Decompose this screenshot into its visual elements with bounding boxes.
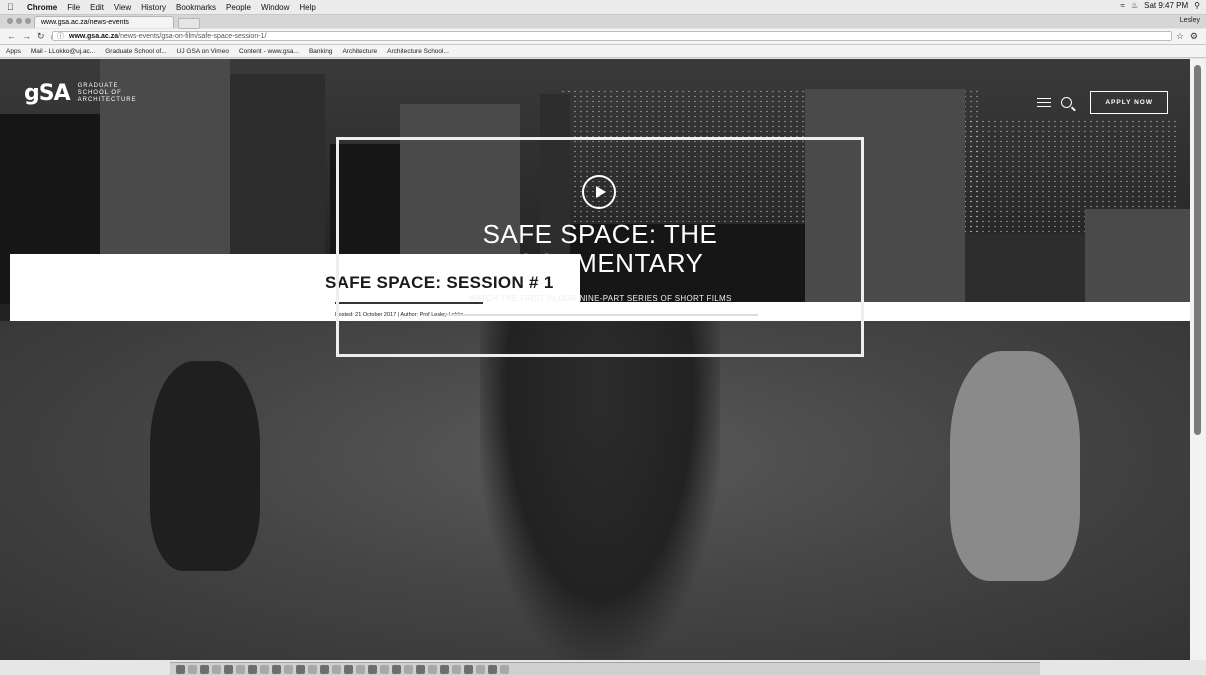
forward-icon[interactable]: → xyxy=(22,31,31,42)
web-page: gSA GRADUATE SCHOOL OF ARCHITECTURE APPL… xyxy=(0,59,1206,660)
left-hand-image xyxy=(150,361,260,571)
spotlight-icon[interactable]: ⚲ xyxy=(1194,1,1200,10)
video-title[interactable]: SAFE SPACE: THE DOCUMENTARY xyxy=(336,220,864,278)
new-tab-button[interactable] xyxy=(178,18,200,29)
video-underline xyxy=(444,314,758,316)
illustrator-icon[interactable] xyxy=(380,664,389,674)
safari-icon[interactable] xyxy=(200,664,209,674)
photos-icon[interactable] xyxy=(272,664,281,674)
menu-view[interactable]: View xyxy=(114,3,131,12)
bookmark-graduate-school[interactable]: Graduate School of... xyxy=(105,48,166,55)
window-controls xyxy=(7,18,31,24)
documents-icon[interactable] xyxy=(488,664,497,674)
page-scrollbar[interactable] xyxy=(1190,59,1206,660)
messages-icon[interactable] xyxy=(284,664,293,674)
right-hand-image xyxy=(950,351,1080,581)
photoshop-icon[interactable] xyxy=(404,664,413,674)
logo-line: GRADUATE xyxy=(77,83,119,89)
url-path: /news-events/gsa-on-film/safe-space-sess… xyxy=(118,33,267,40)
contacts-icon[interactable] xyxy=(452,664,461,674)
logo-mark: gSA xyxy=(24,81,71,106)
browser-tab[interactable]: www.gsa.ac.za/news-events xyxy=(34,16,174,28)
bookmark-star-icon[interactable]: ☆ xyxy=(1176,31,1184,42)
apply-now-button[interactable]: APPLY NOW xyxy=(1090,91,1168,114)
menubar-status: ≈ ♨ Sat 9:47 PM ⚲ xyxy=(1121,1,1200,10)
profile-name[interactable]: Lesley xyxy=(1180,17,1200,24)
site-info-icon[interactable]: ⓘ xyxy=(57,32,64,42)
bookmark-apps[interactable]: Apps xyxy=(6,48,21,55)
portrait-figure xyxy=(480,321,720,660)
url-host: www.gsa.ac.za xyxy=(69,33,119,40)
video-section[interactable] xyxy=(0,321,1190,660)
menu-bookmarks[interactable]: Bookmarks xyxy=(176,3,216,12)
logo-line: ARCHITECTURE xyxy=(77,97,137,103)
menu-file[interactable]: File xyxy=(67,3,80,12)
mac-menubar:  Chrome File Edit View History Bookmark… xyxy=(0,0,1206,15)
itunes-icon[interactable] xyxy=(308,664,317,674)
preferences-icon[interactable] xyxy=(332,664,341,674)
scrollbar-thumb[interactable] xyxy=(1194,65,1201,435)
mail-icon[interactable] xyxy=(224,664,233,674)
play-icon[interactable] xyxy=(582,175,616,209)
menu-edit[interactable]: Edit xyxy=(90,3,104,12)
video-subtitle: WATCH THE FIRST IN OUR NINE-PART SERIES … xyxy=(468,294,732,303)
clock[interactable]: Sat 9:47 PM xyxy=(1144,1,1188,10)
tab-strip: www.gsa.ac.za/news-events Lesley xyxy=(0,15,1206,29)
app-store-icon[interactable] xyxy=(320,664,329,674)
apple-icon[interactable]:  xyxy=(7,2,17,12)
address-bar: ← → ↻ ⌂ ⓘ www.gsa.ac.za/news-events/gsa-… xyxy=(0,29,1206,45)
nav-buttons: ← → ↻ ⌂ xyxy=(7,31,56,42)
logo-line: SCHOOL OF xyxy=(77,90,122,96)
launchpad-icon[interactable] xyxy=(188,664,197,674)
dropbox-icon[interactable] xyxy=(428,664,437,674)
screen:  Chrome File Edit View History Bookmark… xyxy=(0,0,1206,675)
bookmark-architecture-school[interactable]: Architecture School... xyxy=(387,48,449,55)
chrome-icon[interactable] xyxy=(212,664,221,674)
facetime-icon[interactable] xyxy=(296,664,305,674)
menu-people[interactable]: People xyxy=(226,3,251,12)
menu-history[interactable]: History xyxy=(141,3,166,12)
back-icon[interactable]: ← xyxy=(7,31,16,42)
building xyxy=(965,234,1085,304)
search-icon[interactable] xyxy=(1061,97,1073,108)
bookmarks-bar: Apps Mail - LLokko@uj.ac... Graduate Sch… xyxy=(0,45,1206,58)
volume-icon[interactable]: ♨ xyxy=(1131,1,1138,10)
menu-window[interactable]: Window xyxy=(261,3,289,12)
bookmark-content[interactable]: Content - www.gsa... xyxy=(239,48,299,55)
extension-icon[interactable]: ⚙ xyxy=(1190,31,1198,42)
reload-icon[interactable]: ↻ xyxy=(37,31,45,42)
maps-icon[interactable] xyxy=(440,664,449,674)
indesign-icon[interactable] xyxy=(392,664,401,674)
site-nav: APPLY NOW xyxy=(1037,91,1168,114)
downloads-icon[interactable] xyxy=(476,664,485,674)
finder-icon[interactable] xyxy=(176,664,185,674)
close-window-button[interactable] xyxy=(7,18,13,24)
notes-icon[interactable] xyxy=(248,664,257,674)
logo-wordmark: GRADUATE SCHOOL OF ARCHITECTURE xyxy=(78,83,137,104)
bookmark-mail[interactable]: Mail - LLokko@uj.ac... xyxy=(31,48,95,55)
toolbar-right: ☆ ⚙ xyxy=(1176,31,1198,42)
folder-icon[interactable] xyxy=(464,664,473,674)
wifi-icon[interactable]: ≈ xyxy=(1121,1,1125,10)
trash-icon[interactable] xyxy=(500,664,509,674)
url-input[interactable]: ⓘ www.gsa.ac.za/news-events/gsa-on-film/… xyxy=(52,31,1172,41)
bookmark-architecture[interactable]: Architecture xyxy=(342,48,377,55)
mac-dock xyxy=(170,662,1040,675)
acrobat-icon[interactable] xyxy=(416,664,425,674)
excel-icon[interactable] xyxy=(356,664,365,674)
calendar-icon[interactable] xyxy=(260,664,269,674)
gsa-logo[interactable]: gSA GRADUATE SCHOOL OF ARCHITECTURE xyxy=(24,81,137,106)
menu-app[interactable]: Chrome xyxy=(27,3,57,12)
skype-icon[interactable] xyxy=(236,664,245,674)
bookmark-banking[interactable]: Banking xyxy=(309,48,333,55)
building xyxy=(1085,209,1190,304)
word-icon[interactable] xyxy=(344,664,353,674)
zoom-window-button[interactable] xyxy=(25,18,31,24)
minimize-window-button[interactable] xyxy=(16,18,22,24)
bookmark-vimeo[interactable]: UJ GSA on Vimeo xyxy=(177,48,229,55)
menu-icon[interactable] xyxy=(1037,97,1052,108)
menu-help[interactable]: Help xyxy=(299,3,315,12)
powerpoint-icon[interactable] xyxy=(368,664,377,674)
